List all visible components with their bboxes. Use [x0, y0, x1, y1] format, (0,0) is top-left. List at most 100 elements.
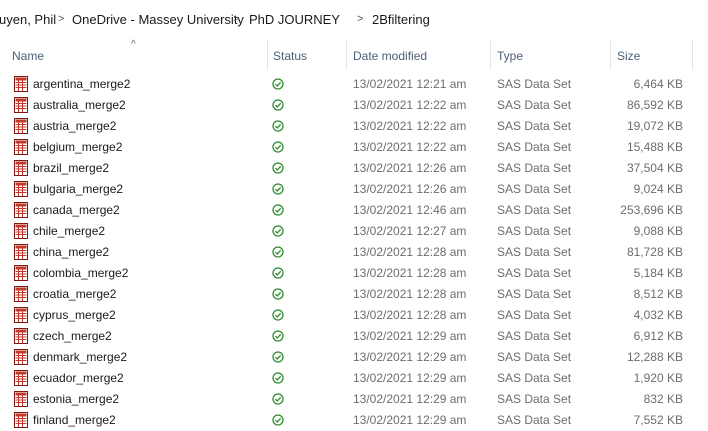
file-type: SAS Data Set	[497, 413, 572, 427]
file-date-modified: 13/02/2021 12:26 am	[353, 161, 467, 175]
file-type: SAS Data Set	[497, 392, 572, 406]
file-date-modified: 13/02/2021 12:29 am	[353, 329, 467, 343]
sas-dataset-icon	[13, 223, 29, 239]
breadcrumb-item-onedrive[interactable]: OneDrive - Massey University	[72, 12, 244, 27]
file-type: SAS Data Set	[497, 224, 572, 238]
sas-dataset-icon	[13, 181, 29, 197]
file-name: finland_merge2	[33, 413, 116, 427]
address-bar[interactable]: uyen, Phil > OneDrive - Massey Universit…	[0, 0, 708, 39]
sas-dataset-icon	[13, 412, 29, 428]
file-name: austria_merge2	[33, 119, 117, 133]
file-size: 1,920 KB	[633, 371, 683, 385]
file-date-modified: 13/02/2021 12:29 am	[353, 350, 467, 364]
synced-check-icon	[272, 330, 284, 342]
file-row[interactable]: estonia_merge2 13/02/2021 12:29 am SAS Dat…	[0, 389, 708, 410]
file-row[interactable]: belgium_merge2 13/02/2021 12:22 am SAS Dat…	[0, 137, 708, 158]
column-header-name[interactable]: Name	[12, 49, 44, 63]
column-divider[interactable]	[267, 40, 268, 70]
chevron-right-icon[interactable]: >	[233, 13, 239, 25]
chevron-right-icon[interactable]: >	[58, 13, 64, 25]
file-row[interactable]: australia_merge2 13/02/2021 12:22 am SAS D…	[0, 95, 708, 116]
file-date-modified: 13/02/2021 12:29 am	[353, 413, 467, 427]
file-name: canada_merge2	[33, 203, 120, 217]
file-date-modified: 13/02/2021 12:29 am	[353, 392, 467, 406]
file-type: SAS Data Set	[497, 119, 572, 133]
file-type: SAS Data Set	[497, 98, 572, 112]
file-name: estonia_merge2	[33, 392, 120, 406]
column-header-status[interactable]: Status	[273, 49, 307, 63]
synced-check-icon	[272, 120, 284, 132]
file-name: czech_merge2	[33, 329, 112, 343]
file-type: SAS Data Set	[497, 266, 572, 280]
sas-dataset-icon	[13, 265, 29, 281]
file-name: belgium_merge2	[33, 140, 123, 154]
file-size: 6,464 KB	[633, 77, 683, 91]
synced-check-icon	[272, 351, 284, 363]
sas-dataset-icon	[13, 202, 29, 218]
column-divider[interactable]	[610, 40, 611, 70]
file-row[interactable]: croatia_merge2 13/02/2021 12:28 am SAS Dat…	[0, 284, 708, 305]
column-header-type[interactable]: Type	[497, 49, 523, 63]
file-date-modified: 13/02/2021 12:28 am	[353, 287, 467, 301]
synced-check-icon	[272, 393, 284, 405]
file-size: 15,488 KB	[626, 140, 683, 154]
sas-dataset-icon	[13, 244, 29, 260]
file-row[interactable]: czech_merge2 13/02/2021 12:29 am SAS Data …	[0, 326, 708, 347]
file-date-modified: 13/02/2021 12:22 am	[353, 98, 467, 112]
file-type: SAS Data Set	[497, 203, 572, 217]
file-row[interactable]: denmark_merge2 13/02/2021 12:29 am SAS Dat…	[0, 347, 708, 368]
file-size: 19,072 KB	[626, 119, 683, 133]
file-row[interactable]: ecuador_merge2 13/02/2021 12:29 am SAS Dat…	[0, 368, 708, 389]
sas-dataset-icon	[13, 97, 29, 113]
file-type: SAS Data Set	[497, 182, 572, 196]
sas-dataset-icon	[13, 76, 29, 92]
file-row[interactable]: brazil_merge2 13/02/2021 12:26 am SAS Data…	[0, 158, 708, 179]
file-row[interactable]: cyprus_merge2 13/02/2021 12:28 am SAS Data…	[0, 305, 708, 326]
breadcrumb-item-current[interactable]: 2Bfiltering	[372, 12, 430, 27]
sas-dataset-icon	[13, 139, 29, 155]
file-size: 12,288 KB	[626, 350, 683, 364]
sas-dataset-icon	[13, 328, 29, 344]
sas-dataset-icon	[13, 349, 29, 365]
sort-up-icon: ^	[131, 39, 136, 50]
file-row[interactable]: china_merge2 13/02/2021 12:28 am SAS Data …	[0, 242, 708, 263]
file-row[interactable]: bulgaria_merge2 13/02/2021 12:26 am SAS Da…	[0, 179, 708, 200]
sas-dataset-icon	[13, 391, 29, 407]
column-divider[interactable]	[346, 40, 347, 70]
file-row[interactable]: chile_merge2 13/02/2021 12:27 am SAS Data …	[0, 221, 708, 242]
file-date-modified: 13/02/2021 12:22 am	[353, 119, 467, 133]
column-divider[interactable]	[692, 40, 693, 70]
file-row[interactable]: austria_merge2 13/02/2021 12:22 am SAS Dat…	[0, 116, 708, 137]
file-row[interactable]: colombia_merge2 13/02/2021 12:28 am SAS Da…	[0, 263, 708, 284]
file-row[interactable]: finland_merge2 13/02/2021 12:29 am SAS Dat…	[0, 410, 708, 431]
column-header-row: ^ Name Status Date modified Type Size	[0, 39, 708, 72]
file-date-modified: 13/02/2021 12:28 am	[353, 266, 467, 280]
file-name: colombia_merge2	[33, 266, 129, 280]
file-name: denmark_merge2	[33, 350, 128, 364]
synced-check-icon	[272, 225, 284, 237]
synced-check-icon	[272, 267, 284, 279]
column-header-date-modified[interactable]: Date modified	[353, 49, 427, 63]
file-date-modified: 13/02/2021 12:46 am	[353, 203, 467, 217]
sas-dataset-icon	[13, 286, 29, 302]
file-date-modified: 13/02/2021 12:21 am	[353, 77, 467, 91]
file-size: 253,696 KB	[620, 203, 683, 217]
file-date-modified: 13/02/2021 12:29 am	[353, 371, 467, 385]
file-type: SAS Data Set	[497, 245, 572, 259]
file-row[interactable]: argentina_merge2 13/02/2021 12:21 am SAS D…	[0, 74, 708, 95]
synced-check-icon	[272, 288, 284, 300]
breadcrumb-item-phd-journey[interactable]: PhD JOURNEY	[249, 12, 340, 27]
file-row[interactable]: canada_merge2 13/02/2021 12:46 am SAS Data…	[0, 200, 708, 221]
synced-check-icon	[272, 78, 284, 90]
sas-dataset-icon	[13, 370, 29, 386]
column-header-size[interactable]: Size	[617, 49, 640, 63]
file-date-modified: 13/02/2021 12:26 am	[353, 182, 467, 196]
file-type: SAS Data Set	[497, 350, 572, 364]
breadcrumb-item-user[interactable]: uyen, Phil	[0, 12, 56, 27]
file-size: 8,512 KB	[633, 287, 683, 301]
file-name: argentina_merge2	[33, 77, 131, 91]
chevron-right-icon[interactable]: >	[357, 13, 363, 25]
file-size: 7,552 KB	[633, 413, 683, 427]
file-date-modified: 13/02/2021 12:22 am	[353, 140, 467, 154]
column-divider[interactable]	[490, 40, 491, 70]
